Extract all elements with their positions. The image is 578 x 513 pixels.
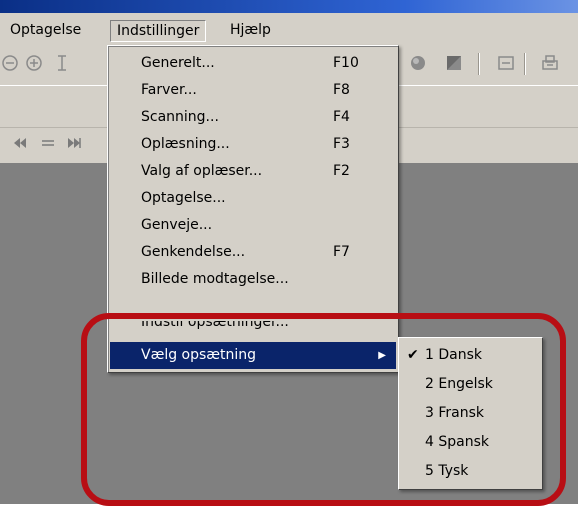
menu-item-scanning[interactable]: Scanning... F4: [110, 104, 396, 131]
menu-item-shortcut: F7: [333, 244, 350, 260]
toolbar-separator: [524, 53, 526, 75]
profile-item-label: 2 Engelsk: [425, 376, 493, 392]
menu-item-label: Valg af oplæser...: [141, 163, 263, 179]
toolbar-separator: [478, 53, 480, 75]
title-bar: [0, 0, 578, 13]
text-cursor-icon[interactable]: [52, 53, 72, 73]
profile-item-fransk[interactable]: 3 Fransk: [401, 399, 540, 428]
menu-indstillinger[interactable]: Indstillinger: [110, 20, 207, 42]
menu-item-label: Indstil opsætninger...: [141, 321, 289, 330]
menu-item-label: Genkendelse...: [141, 244, 246, 260]
menu-item-shortcut: F8: [333, 82, 350, 98]
menu-item-billede-modtagelse[interactable]: Billede modtagelse...: [110, 266, 396, 293]
menu-optagelse[interactable]: Optagelse: [4, 20, 87, 42]
window-icon[interactable]: [496, 53, 516, 73]
app-window: Optagelse Indstillinger Hjælp Generelt..…: [0, 0, 578, 513]
menu-item-label: Vælg opsætning: [141, 347, 257, 363]
menu-item-genveje[interactable]: Genveje...: [110, 212, 396, 239]
settings-dropdown-menu: Generelt... F10 Farver... F8 Scanning...…: [107, 45, 399, 373]
menu-item-generelt[interactable]: Generelt... F10: [110, 50, 396, 77]
menu-item-label: Billede modtagelse...: [141, 271, 289, 287]
fast-forward-icon[interactable]: [66, 136, 82, 154]
menu-item-label: Scanning...: [141, 109, 219, 125]
menu-item-shortcut: F4: [333, 109, 350, 125]
menu-item-shortcut: F10: [333, 55, 359, 71]
menu-item-shortcut: F3: [333, 136, 350, 152]
menu-item-label: Farver...: [141, 82, 197, 98]
submenu-arrow-icon: ▶: [378, 350, 386, 361]
profile-item-label: 4 Spansk: [425, 434, 489, 450]
lines-icon[interactable]: [40, 136, 56, 154]
profile-item-label: 3 Fransk: [425, 405, 485, 421]
printer-icon[interactable]: [540, 53, 560, 73]
profile-item-spansk[interactable]: 4 Spansk: [401, 428, 540, 457]
menu-item-shortcut: F2: [333, 163, 350, 179]
profile-item-tysk[interactable]: 5 Tysk: [401, 457, 540, 486]
zoom-in-icon[interactable]: [24, 53, 44, 73]
profile-submenu: ✔ 1 Dansk 2 Engelsk 3 Fransk 4 Spansk 5 …: [398, 337, 543, 490]
menu-item-farver[interactable]: Farver... F8: [110, 77, 396, 104]
bottom-edge: [0, 504, 578, 513]
menu-item-optagelse[interactable]: Optagelse...: [110, 185, 396, 212]
menu-bar: Optagelse Indstillinger Hjælp: [0, 13, 578, 45]
checkmark-icon: ✔: [407, 347, 419, 363]
menu-hjaelp[interactable]: Hjælp: [224, 20, 277, 42]
rewind-icon[interactable]: [12, 136, 28, 154]
menu-item-genkendelse[interactable]: Genkendelse... F7: [110, 239, 396, 266]
profile-item-label: 5 Tysk: [425, 463, 469, 479]
zoom-out-icon[interactable]: [0, 53, 20, 73]
circle-icon[interactable]: [408, 53, 428, 73]
menu-item-label: Optagelse...: [141, 190, 226, 206]
menu-item-label: Genveje...: [141, 217, 213, 233]
menu-item-oplaesning[interactable]: Oplæsning... F3: [110, 131, 396, 158]
profile-item-label: 1 Dansk: [425, 347, 482, 363]
menu-item-label: Oplæsning...: [141, 136, 230, 152]
menu-item-label: Generelt...: [141, 55, 215, 71]
profile-item-dansk[interactable]: ✔ 1 Dansk: [401, 341, 540, 370]
profile-item-engelsk[interactable]: 2 Engelsk: [401, 370, 540, 399]
menu-item-valg-af-oplaeser[interactable]: Valg af oplæser... F2: [110, 158, 396, 185]
menu-item-vaelg-opsaetning[interactable]: Vælg opsætning ▶: [110, 342, 396, 369]
square-icon[interactable]: [444, 53, 464, 73]
menu-item-indstil-opsaetninger[interactable]: Indstil opsætninger...: [110, 321, 396, 335]
